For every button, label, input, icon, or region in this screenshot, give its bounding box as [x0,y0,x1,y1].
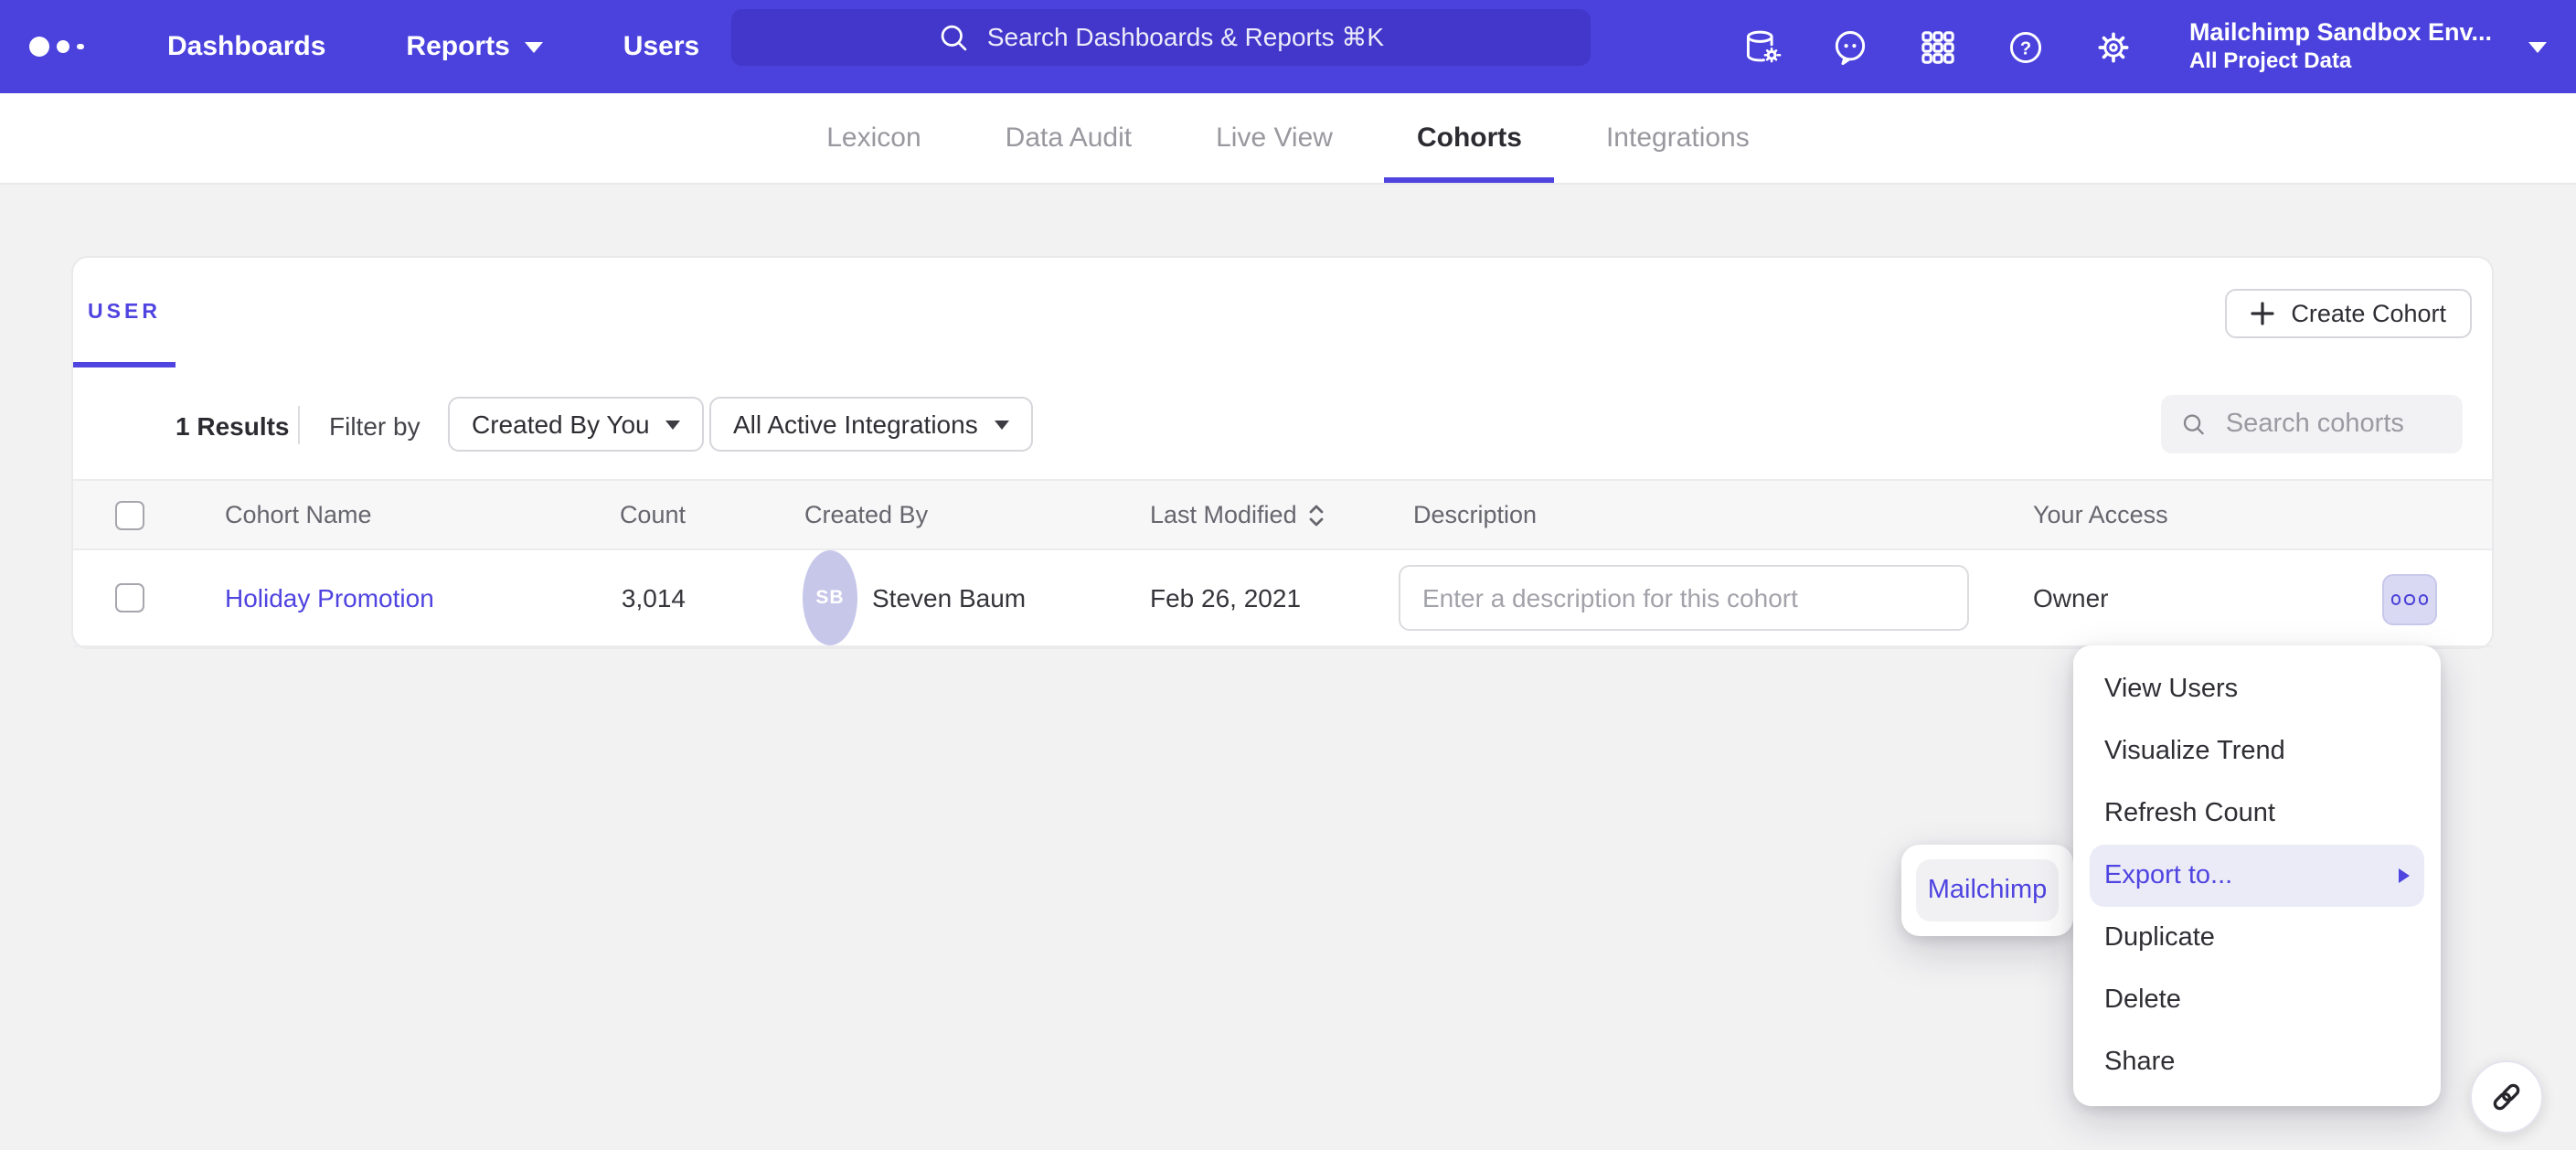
tab-data-audit[interactable]: Data Audit [1006,93,1132,183]
column-cohort-name: Cohort Name [225,481,372,548]
mixpanel-logo-icon[interactable] [29,37,83,57]
menu-export-to-label: Export to... [2104,861,2232,890]
menu-refresh-count[interactable]: Refresh Count [2073,783,2441,845]
nav-reports[interactable]: Reports [406,31,542,62]
plus-icon [2251,302,2274,325]
tab-cohorts[interactable]: Cohorts [1417,93,1522,183]
column-count: Count [521,481,686,548]
sort-icon [1308,502,1326,527]
svg-text:?: ? [2021,37,2032,58]
tab-integrations[interactable]: Integrations [1606,93,1750,183]
submenu-mailchimp[interactable]: Mailchimp [1916,859,2059,921]
menu-delete[interactable]: Delete [2073,969,2441,1031]
creator-name: Steven Baum [872,550,1026,645]
nav-dashboards[interactable]: Dashboards [167,31,325,62]
cohort-name-link[interactable]: Holiday Promotion [225,550,434,645]
column-your-access: Your Access [2033,481,2168,548]
filter-by-label: Filter by [329,411,420,441]
row-checkbox[interactable] [115,583,144,612]
project-name: Mailchimp Sandbox Env... [2189,17,2492,48]
column-created-by: Created By [804,481,928,548]
create-cohort-button[interactable]: Create Cohort [2225,289,2472,338]
nav-reports-label: Reports [406,31,509,62]
search-icon [938,22,969,53]
avatar-initials: SB [815,587,844,609]
table-header: Cohort Name Count Created By Last Modifi… [73,479,2492,550]
integrations-filter-dropdown[interactable]: All Active Integrations [709,397,1033,452]
results-count: 1 Results [176,411,290,441]
access-level: Owner [2033,550,2108,645]
last-modified-date: Feb 26, 2021 [1150,550,1301,645]
cohorts-card: USER Create Cohort 1 Results Filter by C… [73,258,2492,647]
top-navigation-bar: Dashboards Reports Users Search Dashboar… [0,0,2576,93]
settings-gear-icon[interactable] [2094,27,2134,67]
divider [298,406,300,444]
topbar-right: ? Mailchimp Sandbox Env... All Project D… [1743,0,2576,93]
project-switcher[interactable]: Mailchimp Sandbox Env... All Project Dat… [2189,17,2492,76]
feedback-icon[interactable] [1831,27,1871,67]
menu-view-users[interactable]: View Users [2073,658,2441,720]
tab-user-label: USER [88,302,161,324]
help-icon[interactable]: ? [2007,27,2047,67]
search-cohorts[interactable] [2161,395,2463,453]
select-all-checkbox[interactable] [115,501,144,530]
description-input[interactable] [1399,565,1969,631]
menu-share[interactable]: Share [2073,1031,2441,1093]
integrations-filter-value: All Active Integrations [733,410,978,439]
project-caret-icon[interactable] [2528,41,2547,52]
column-last-modified-label: Last Modified [1150,501,1297,528]
created-by-filter-value: Created By You [472,410,650,439]
caret-down-icon [666,420,681,429]
table-row: Holiday Promotion 3,014 SB Steven Baum F… [73,550,2492,647]
link-icon [2488,1079,2525,1115]
data-management-tabs: Lexicon Data Audit Live View Cohorts Int… [0,93,2576,183]
column-description: Description [1413,481,1537,548]
submenu-arrow-icon [2399,868,2410,883]
nav-users[interactable]: Users [623,31,699,62]
row-actions-menu: View Users Visualize Trend Refresh Count… [2073,645,2441,1106]
tab-lexicon[interactable]: Lexicon [826,93,921,183]
menu-duplicate[interactable]: Duplicate [2073,907,2441,969]
app-root: Dashboards Reports Users Search Dashboar… [0,0,2576,1150]
data-management-icon[interactable] [1743,27,1783,67]
global-search-input[interactable]: Search Dashboards & Reports ⌘K [731,9,1591,66]
column-last-modified[interactable]: Last Modified [1150,481,1326,548]
avatar: SB [803,550,857,645]
primary-nav: Dashboards Reports Users [167,31,699,62]
chevron-down-icon [525,41,543,52]
create-cohort-label: Create Cohort [2291,300,2446,327]
project-scope: All Project Data [2189,48,2492,76]
tab-user[interactable]: USER [73,258,176,367]
menu-visualize-trend[interactable]: Visualize Trend [2073,720,2441,783]
search-cohorts-input[interactable] [2222,408,2443,441]
tab-live-view[interactable]: Live View [1216,93,1333,183]
export-submenu: Mailchimp [1901,845,2073,936]
row-actions-button[interactable] [2382,574,2437,625]
copy-link-button[interactable] [2470,1060,2543,1134]
caret-down-icon [995,420,1009,429]
search-icon [2181,410,2206,439]
cohort-count: 3,014 [521,550,686,645]
apps-grid-icon[interactable] [1919,27,1959,67]
global-search-placeholder: Search Dashboards & Reports ⌘K [987,22,1384,53]
created-by-filter-dropdown[interactable]: Created By You [448,397,705,452]
menu-export-to[interactable]: Export to... [2090,845,2424,907]
